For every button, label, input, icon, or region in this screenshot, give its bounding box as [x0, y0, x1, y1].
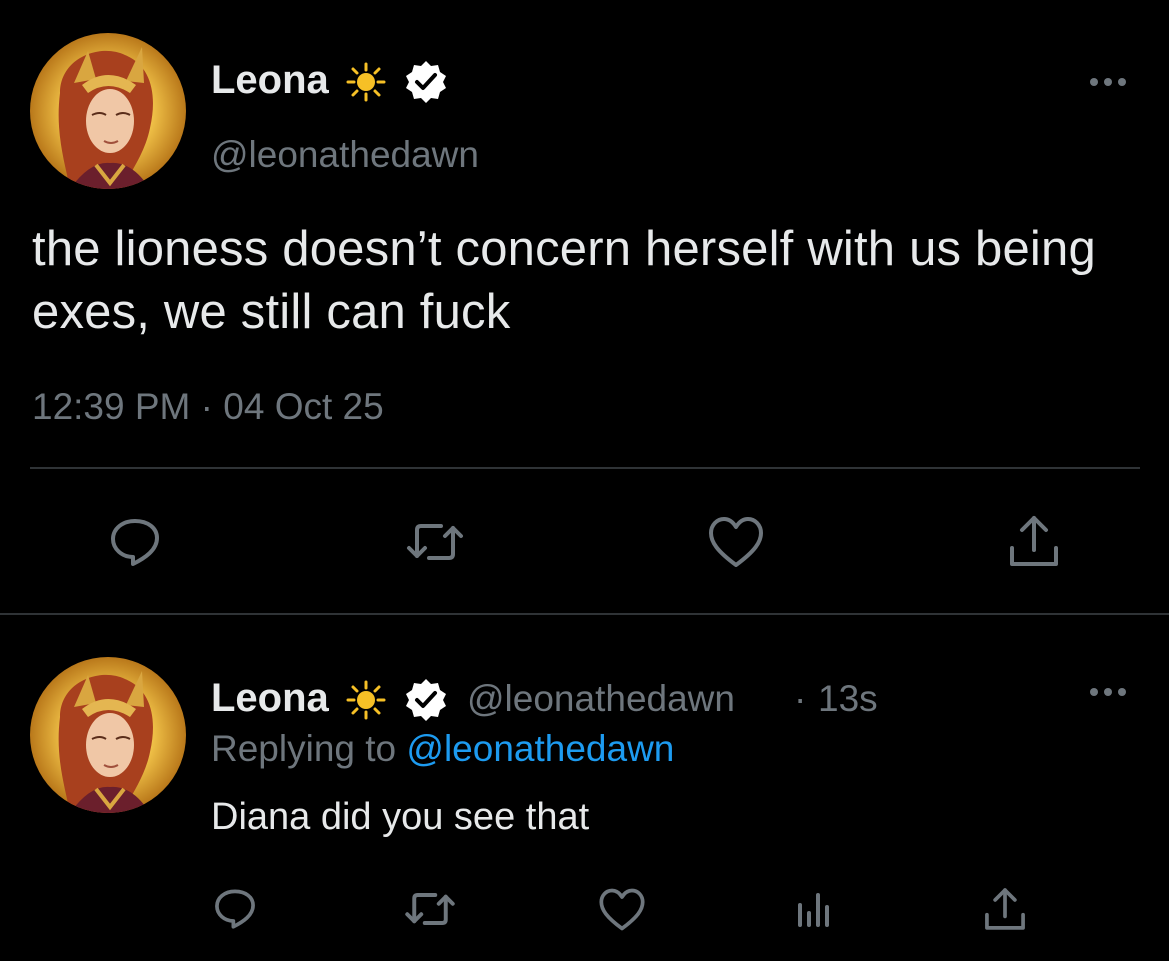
retweet-button[interactable]: [400, 512, 470, 572]
verified-badge-icon: [403, 59, 449, 105]
reply-meta-separator: ·: [794, 678, 807, 719]
reply-icon: [215, 889, 255, 929]
share-button[interactable]: [1004, 510, 1064, 572]
analytics-button[interactable]: [790, 884, 838, 934]
reply-text: Diana did you see that: [211, 796, 590, 838]
tweet-date: 04 Oct 25: [223, 386, 384, 427]
retweet-button[interactable]: [400, 884, 460, 934]
tweet-time: 12:39 PM: [32, 386, 191, 427]
replying-prefix: Replying to: [211, 728, 397, 769]
thread-divider: [0, 613, 1169, 615]
author-name[interactable]: Leona: [211, 58, 329, 103]
sun-emoji: [346, 680, 386, 720]
divider: [30, 467, 1140, 469]
like-icon: [599, 888, 645, 930]
replying-to-line: Replying to @leonathedawn: [211, 728, 674, 770]
sun-emoji: [346, 62, 386, 102]
share-icon: [985, 888, 1025, 930]
author-avatar[interactable]: [30, 33, 186, 189]
share-button[interactable]: [980, 884, 1030, 934]
replying-to-link[interactable]: @leonathedawn: [406, 728, 674, 769]
verified-badge-icon: [403, 677, 449, 723]
reply-author-avatar[interactable]: [30, 657, 186, 813]
reply-button[interactable]: [105, 510, 165, 570]
reply-button[interactable]: [210, 882, 260, 932]
retweet-icon: [405, 893, 455, 925]
reply-time-ago[interactable]: 13s: [818, 678, 878, 720]
analytics-icon: [798, 893, 829, 927]
tweet-text: the lioness doesn’t concern herself with…: [32, 222, 1096, 339]
tweet-timestamp[interactable]: 12:39 PM · 04 Oct 25: [32, 386, 384, 428]
more-options-icon[interactable]: [1086, 70, 1130, 94]
author-handle[interactable]: @leonathedawn: [211, 134, 479, 176]
retweet-icon: [407, 524, 463, 560]
share-icon: [1010, 516, 1058, 566]
reply-icon: [111, 519, 159, 566]
like-button[interactable]: [596, 884, 648, 934]
reply-author-name[interactable]: Leona: [211, 676, 329, 721]
reply-author-handle[interactable]: @leonathedawn: [467, 678, 735, 720]
like-icon: [709, 517, 763, 567]
like-button[interactable]: [705, 512, 767, 572]
timestamp-separator: ·: [200, 386, 213, 427]
more-options-icon[interactable]: [1086, 680, 1130, 704]
